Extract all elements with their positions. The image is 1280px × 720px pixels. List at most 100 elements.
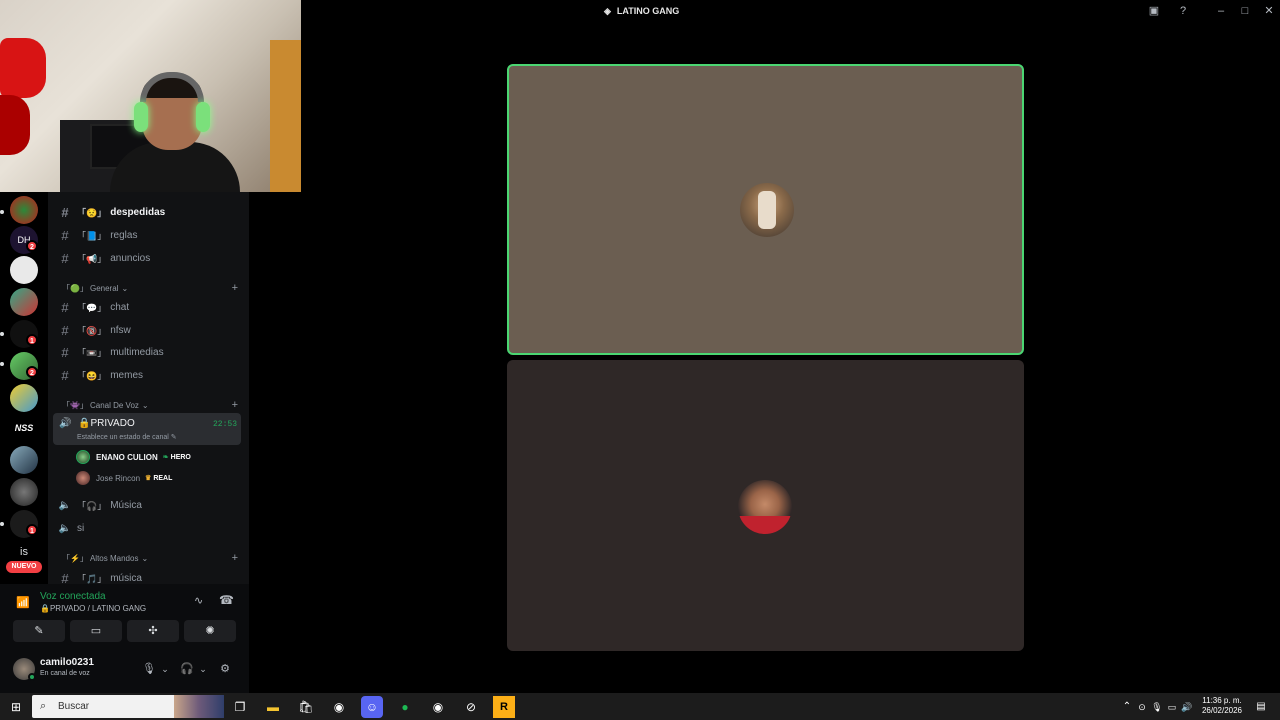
gear-icon[interactable]: ⚙ (218, 662, 232, 676)
file-explorer-icon[interactable]: ▬ (262, 696, 284, 718)
channel-name: reglas (110, 229, 138, 241)
close-icon[interactable]: ✕ (1262, 4, 1276, 18)
server-icon[interactable]: NSS (10, 414, 38, 442)
member-name: Jose Rincon (96, 473, 141, 483)
voice-channel-path[interactable]: 🔒PRIVADO / LATINO GANG (40, 604, 146, 613)
server-list: DH 2 1 2 NSS 1 is NUEVO (0, 192, 48, 584)
voice-timer: 22:53 (212, 420, 237, 429)
channel-name: memes (110, 369, 144, 381)
windows-start-icon[interactable]: ⊞ (5, 696, 27, 718)
microphone-icon[interactable]: 🎙 (142, 662, 156, 676)
rockstar-icon[interactable]: R (493, 696, 515, 718)
taskbar-clock[interactable]: 11:36 p. m. 26/02/2026 (1196, 696, 1248, 716)
voice-channel-si[interactable]: 🔈 si (53, 518, 243, 538)
voice-member[interactable]: Jose Rincon ♛ REAL (76, 469, 172, 487)
channel-memes[interactable]: # 「😆」 memes (53, 365, 243, 385)
voice-member[interactable]: ENANO CULION ❧ HERO (76, 448, 191, 466)
channel-status-hint[interactable]: Establece un estado de canal ✎ (77, 433, 177, 441)
search-highlight-image (174, 695, 224, 718)
task-view-icon[interactable]: ❐ (229, 696, 251, 718)
chevron-down-icon[interactable]: ⌄ (158, 662, 172, 676)
chrome-icon[interactable]: ◉ (328, 696, 350, 718)
help-icon[interactable]: ? (1176, 4, 1190, 18)
participant-tile-speaking[interactable] (507, 64, 1024, 355)
server-icon[interactable] (10, 478, 38, 506)
channel-emoji: 「😟」 (77, 207, 107, 218)
voice-channel-musica[interactable]: 🔈 「🎧」 Música (53, 495, 243, 515)
minimize-icon[interactable]: – (1214, 4, 1228, 18)
maximize-icon[interactable]: □ (1238, 4, 1252, 18)
clock-time: 11:36 p. m. (1202, 696, 1242, 705)
taskbar-search[interactable]: ⌕ Buscar (32, 695, 224, 718)
game-launcher-icon[interactable]: ⊘ (460, 696, 482, 718)
participant-avatar (738, 480, 792, 534)
channel-name: anuncios (110, 252, 151, 264)
speaker-icon: 🔈 (58, 499, 72, 511)
signal-icon: 📶 (16, 597, 30, 609)
channel-chat[interactable]: # 「💬」 chat (53, 297, 243, 317)
channel-reglas[interactable]: # 「📘」 reglas (53, 225, 243, 245)
crown-icon: ♛ (145, 475, 152, 482)
channel-name: nfsw (110, 324, 131, 336)
channel-multimedias[interactable]: # 「📼」 multimedias (53, 342, 243, 362)
channel-nfsw[interactable]: # 「🔞」 nfsw (53, 320, 243, 340)
add-channel-icon[interactable]: + (232, 282, 238, 294)
voice-status[interactable]: Voz conectada (40, 591, 106, 602)
channel-name: multimedias (110, 346, 164, 358)
inbox-icon[interactable]: ▣ (1147, 4, 1161, 18)
username[interactable]: camilo0231 (40, 657, 94, 668)
server-icon[interactable] (10, 446, 38, 474)
user-status: En canal de voz (40, 670, 90, 677)
chrome-profile-icon[interactable]: ◉ (427, 696, 449, 718)
server-icon[interactable] (10, 288, 38, 316)
category-emoji: 「🟢」 (62, 283, 88, 293)
tray-volume-icon[interactable]: 🔊 (1176, 696, 1198, 718)
activities-button[interactable]: ✣ (127, 620, 179, 642)
hash-icon: # (61, 344, 69, 360)
hash-icon: # (61, 204, 69, 220)
channel-musica[interactable]: # 「🎵」 música (53, 568, 243, 585)
chevron-down-icon[interactable]: ⌄ (196, 662, 210, 676)
add-channel-icon[interactable]: + (232, 399, 238, 411)
channel-name: chat (110, 301, 130, 313)
member-tag: ♛ REAL (145, 474, 173, 483)
speaker-icon: 🔊 (59, 418, 72, 429)
hash-icon: # (61, 227, 69, 243)
discord-icon[interactable]: ☺ (361, 696, 383, 718)
window-title: LATINO GANG (616, 6, 680, 16)
voice-channel-privado[interactable]: 🔊 🔒PRIVADO 22:53 Establece un estado de … (53, 413, 241, 445)
avatar (76, 471, 90, 485)
chevron-down-icon: ⌄ (121, 283, 129, 293)
server-icon[interactable] (10, 384, 38, 412)
avatar (76, 450, 90, 464)
windows-taskbar: ⊞ ⌕ Buscar ❐ ▬ 🛍 ◉ ☺ ● ◉ ⊘ R ⌃ ⊙ 🎙 ▭ 🔊 1… (0, 693, 1280, 720)
channel-emoji: 「🎵」 (77, 573, 107, 584)
server-icon[interactable] (10, 256, 38, 284)
category-general[interactable]: 「🟢」 General ⌄ + (62, 280, 238, 296)
notifications-icon[interactable]: ▤ (1250, 696, 1272, 718)
unread-pill (0, 522, 4, 526)
search-placeholder: Buscar (58, 701, 90, 712)
disconnect-icon[interactable]: ☎ (219, 593, 234, 607)
channel-name: despedidas (110, 206, 166, 218)
store-icon[interactable]: 🛍 (295, 696, 317, 718)
channel-anuncios[interactable]: # 「📢」 anuncios (53, 248, 243, 268)
soundboard-button[interactable]: ✺ (184, 620, 236, 642)
channel-name: si (77, 522, 85, 534)
channel-despedidas[interactable]: # 「😟」 despedidas (53, 202, 243, 222)
speaker-icon: 🔈 (58, 522, 72, 534)
participant-tile[interactable] (507, 360, 1024, 651)
server-icon[interactable] (10, 196, 38, 224)
window-title-wrap: ◈ LATINO GANG (604, 4, 679, 18)
spotify-icon[interactable]: ● (394, 696, 416, 718)
category-canal-de-voz[interactable]: 「👾」 Canal De Voz ⌄ + (62, 397, 238, 413)
headphones-icon[interactable]: 🎧 (180, 662, 194, 676)
server-text-item[interactable]: is (10, 546, 38, 558)
add-channel-icon[interactable]: + (232, 552, 238, 564)
mention-badge: 2 (26, 366, 38, 378)
noise-suppression-icon[interactable]: ∿ (194, 594, 203, 607)
camera-off-button[interactable]: ✎ (13, 620, 65, 642)
user-panel: camilo0231 En canal de voz 🎙 ⌄ 🎧 ⌄ ⚙ (0, 650, 249, 693)
category-altos-mandos[interactable]: 「⚡」 Altos Mandos ⌄ + (62, 550, 238, 566)
screen-share-button[interactable]: ▭ (70, 620, 122, 642)
